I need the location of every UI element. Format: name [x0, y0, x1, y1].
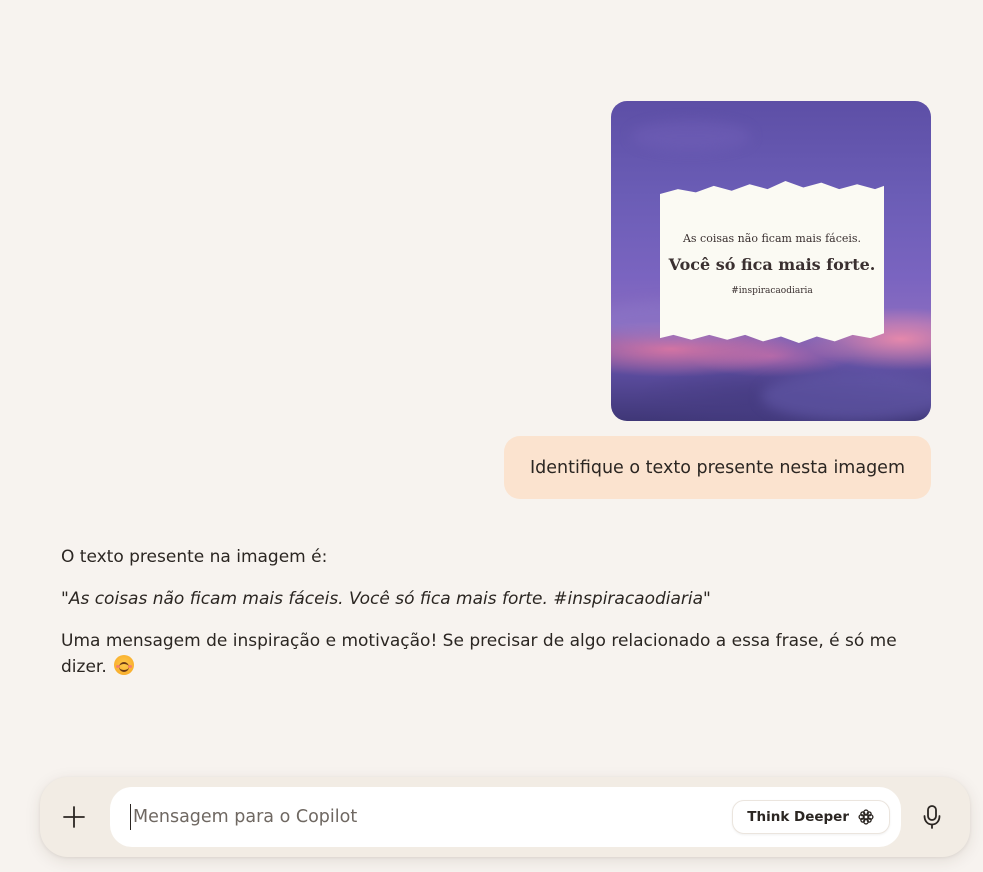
- user-uploaded-image[interactable]: As coisas não ficam mais fáceis. Você só…: [611, 101, 931, 421]
- user-message-text: Identifique o texto presente nesta image…: [529, 457, 905, 478]
- assistant-closing-paragraph: Uma mensagem de inspiração e motivação! …: [61, 628, 931, 680]
- assistant-intro: O texto presente na imagem é:: [61, 547, 328, 567]
- smiling-face-icon: [114, 655, 135, 675]
- user-message-bubble: Identifique o texto presente nesta image…: [503, 436, 931, 499]
- message-input[interactable]: [130, 804, 710, 830]
- cloud-shape: [761, 371, 931, 421]
- image-text-line1: As coisas não ficam mais fáceis.: [682, 232, 862, 245]
- microphone-icon: [923, 805, 941, 829]
- image-text-line2: Você só fica mais forte.: [668, 255, 876, 274]
- torn-paper-note: As coisas não ficam mais fáceis. Você só…: [660, 181, 884, 343]
- think-deeper-icon: [858, 809, 874, 825]
- assistant-message: O texto presente na imagem é: "As coisas…: [61, 544, 931, 696]
- assistant-closing-text: Uma mensagem de inspiração e motivação! …: [61, 631, 897, 677]
- image-text-hashtag: #inspiracaodiaria: [731, 286, 813, 296]
- cloud-shape: [631, 121, 751, 151]
- think-deeper-label: Think Deeper: [747, 809, 849, 825]
- assistant-quote: "As coisas não ficam mais fáceis. Você s…: [61, 589, 711, 609]
- voice-input-button[interactable]: [912, 797, 952, 837]
- message-input-container: Think Deeper: [110, 787, 901, 847]
- think-deeper-button[interactable]: Think Deeper: [732, 800, 890, 834]
- add-attachment-button[interactable]: [54, 797, 94, 837]
- plus-icon: [63, 806, 85, 828]
- chat-area: As coisas não ficam mais fáceis. Você só…: [0, 0, 983, 760]
- message-composer: Think Deeper: [40, 777, 970, 857]
